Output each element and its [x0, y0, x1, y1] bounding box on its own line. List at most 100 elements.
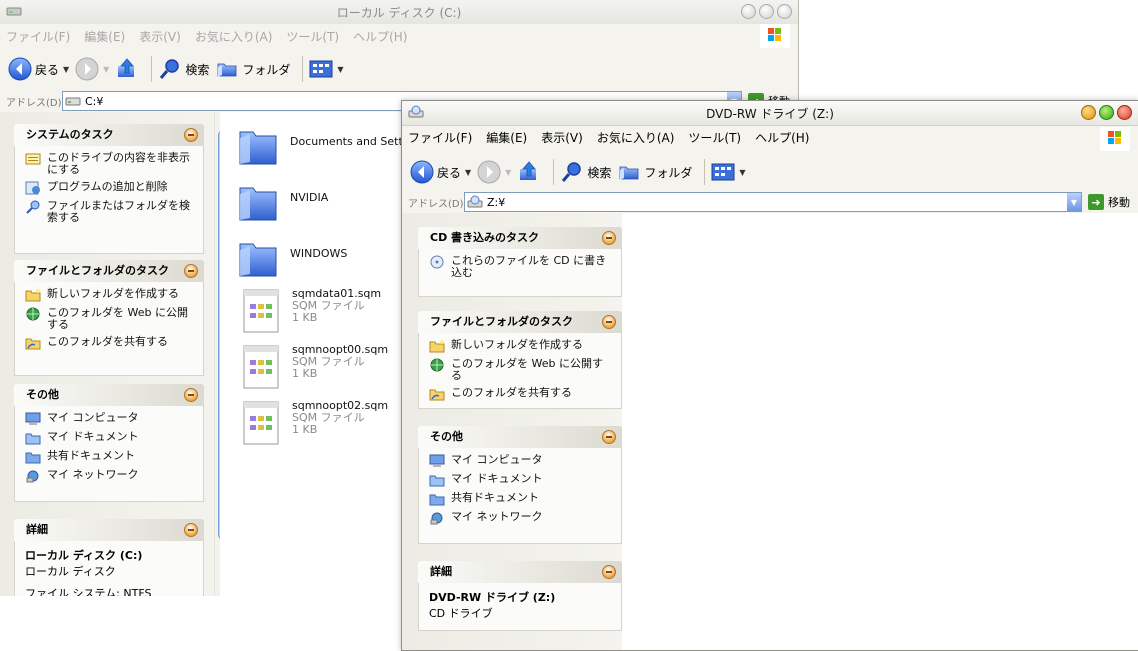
file-list-empty[interactable]	[622, 213, 1138, 650]
views-icon	[711, 163, 735, 181]
folders-button[interactable]: フォルダ	[617, 160, 692, 184]
back-button[interactable]: 戻る ▼	[410, 160, 471, 184]
cd-tasks-group: CD 書き込みのタスク これらのファイルを CD に書き込む	[418, 227, 622, 297]
list-item[interactable]: sqmdata01.sqm SQM ファイル 1 KB	[242, 288, 381, 334]
views-button[interactable]: ▼	[711, 161, 746, 183]
collapse-icon[interactable]	[602, 565, 616, 579]
minimize-button[interactable]	[1081, 105, 1096, 120]
maximize-button[interactable]	[759, 4, 774, 19]
windows-logo-icon	[1100, 127, 1130, 151]
address-input[interactable]: Z:¥ ▼	[464, 192, 1082, 212]
close-button[interactable]	[1117, 105, 1132, 120]
menu-favorites[interactable]: お気に入り(A)	[597, 129, 675, 146]
title-bar[interactable]: DVD-RW ドライブ (Z:)	[402, 101, 1138, 126]
title-bar[interactable]: ローカル ディスク (C:)	[0, 0, 798, 24]
forward-button[interactable]: ▼	[75, 57, 109, 81]
chevron-down-icon[interactable]: ▼	[1067, 193, 1081, 211]
file-folder-tasks-header[interactable]: ファイルとフォルダのタスク	[418, 311, 622, 333]
task-publish-web[interactable]: このフォルダを Web に公開する	[429, 358, 613, 382]
back-arrow-icon	[8, 57, 32, 81]
menu-tools[interactable]: ツール(T)	[688, 129, 741, 146]
up-button[interactable]	[115, 57, 139, 81]
chevron-down-icon[interactable]: ▼	[739, 168, 745, 177]
file-folder-tasks-header[interactable]: ファイルとフォルダのタスク	[14, 260, 204, 282]
shared-documents-icon	[25, 452, 41, 464]
menu-tools[interactable]: ツール(T)	[286, 28, 339, 45]
task-new-folder[interactable]: 新しいフォルダを作成する	[429, 339, 613, 353]
menu-favorites[interactable]: お気に入り(A)	[195, 28, 273, 45]
menu-help[interactable]: ヘルプ(H)	[755, 129, 809, 146]
place-my-network[interactable]: マイ ネットワーク	[25, 469, 195, 483]
back-label: 戻る	[437, 165, 462, 180]
chevron-down-icon[interactable]: ▼	[337, 65, 343, 74]
task-share-folder[interactable]: このフォルダを共有する	[25, 336, 195, 350]
task-publish-web[interactable]: このフォルダを Web に公開する	[25, 307, 195, 331]
chevron-down-icon[interactable]: ▼	[465, 168, 471, 177]
chevron-down-icon[interactable]: ▼	[63, 65, 69, 74]
my-network-icon	[430, 512, 443, 525]
close-button[interactable]	[777, 4, 792, 19]
task-share-folder[interactable]: このフォルダを共有する	[429, 387, 613, 401]
system-tasks-header[interactable]: システムのタスク	[14, 124, 204, 146]
folders-label: フォルダ	[242, 62, 291, 77]
menu-view[interactable]: 表示(V)	[541, 129, 583, 146]
up-button[interactable]	[517, 160, 541, 184]
place-shared-documents[interactable]: 共有ドキュメント	[429, 492, 613, 506]
search-icon	[160, 59, 180, 79]
list-item[interactable]: NVIDIA	[238, 178, 328, 224]
menu-edit[interactable]: 編集(E)	[84, 28, 125, 45]
task-hide-drive[interactable]: このドライブの内容を非表示にする	[25, 152, 195, 176]
other-places-header[interactable]: その他	[14, 384, 204, 406]
list-item[interactable]: sqmnoopt00.sqm SQM ファイル 1 KB	[242, 344, 388, 390]
cd-tasks-header[interactable]: CD 書き込みのタスク	[418, 227, 622, 249]
maximize-button[interactable]	[1099, 105, 1114, 120]
search-button[interactable]: 検索	[158, 57, 209, 81]
task-search-files[interactable]: ファイルまたはフォルダを検索する	[25, 200, 195, 224]
forward-button[interactable]: ▼	[477, 160, 511, 184]
minimize-button[interactable]	[741, 4, 756, 19]
collapse-icon[interactable]	[184, 523, 198, 537]
programs-icon	[25, 181, 40, 195]
collapse-icon[interactable]	[602, 430, 616, 444]
address-bar: アドレス(D) Z:¥ ▼ ➜ 移動	[402, 191, 1138, 213]
place-my-documents[interactable]: マイ ドキュメント	[25, 431, 195, 445]
chevron-down-icon[interactable]: ▼	[505, 168, 511, 177]
list-item[interactable]: WINDOWS	[238, 234, 347, 280]
other-places-header[interactable]: その他	[418, 426, 622, 448]
folder-icon	[239, 131, 277, 165]
menu-file[interactable]: ファイル(F)	[6, 28, 70, 45]
list-item[interactable]: Documents and Settin	[238, 122, 413, 168]
details-header[interactable]: 詳細	[14, 519, 204, 541]
place-my-documents[interactable]: マイ ドキュメント	[429, 473, 613, 487]
collapse-icon[interactable]	[184, 128, 198, 142]
place-shared-documents[interactable]: 共有ドキュメント	[25, 450, 195, 464]
standard-toolbar: 戻る ▼ ▼ 検索 フォルダ ▼	[0, 50, 798, 88]
place-my-computer[interactable]: マイ コンピュータ	[429, 454, 613, 468]
menu-view[interactable]: 表示(V)	[139, 28, 181, 45]
go-button[interactable]: ➜ 移動	[1088, 194, 1130, 210]
place-my-network[interactable]: マイ ネットワーク	[429, 511, 613, 525]
task-write-cd[interactable]: これらのファイルを CD に書き込む	[429, 255, 613, 279]
share-folder-icon	[429, 389, 445, 401]
place-my-computer[interactable]: マイ コンピュータ	[25, 412, 195, 426]
collapse-icon[interactable]	[184, 388, 198, 402]
menu-help[interactable]: ヘルプ(H)	[353, 28, 407, 45]
task-new-folder[interactable]: 新しいフォルダを作成する	[25, 288, 195, 302]
address-value: Z:¥	[487, 195, 506, 209]
hide-contents-icon	[25, 153, 41, 165]
window-title: DVD-RW ドライブ (Z:)	[706, 107, 834, 121]
views-button[interactable]: ▼	[309, 58, 344, 80]
task-add-remove-programs[interactable]: プログラムの追加と削除	[25, 181, 195, 195]
collapse-icon[interactable]	[602, 231, 616, 245]
folders-button[interactable]: フォルダ	[215, 57, 290, 81]
back-button[interactable]: 戻る ▼	[8, 57, 69, 81]
details-header[interactable]: 詳細	[418, 561, 622, 583]
search-button[interactable]: 検索	[560, 160, 611, 184]
folder-icon	[239, 243, 277, 277]
chevron-down-icon[interactable]: ▼	[103, 65, 109, 74]
list-item[interactable]: sqmnoopt02.sqm SQM ファイル 1 KB	[242, 400, 388, 446]
menu-file[interactable]: ファイル(F)	[408, 129, 472, 146]
collapse-icon[interactable]	[184, 264, 198, 278]
menu-edit[interactable]: 編集(E)	[486, 129, 527, 146]
collapse-icon[interactable]	[602, 315, 616, 329]
